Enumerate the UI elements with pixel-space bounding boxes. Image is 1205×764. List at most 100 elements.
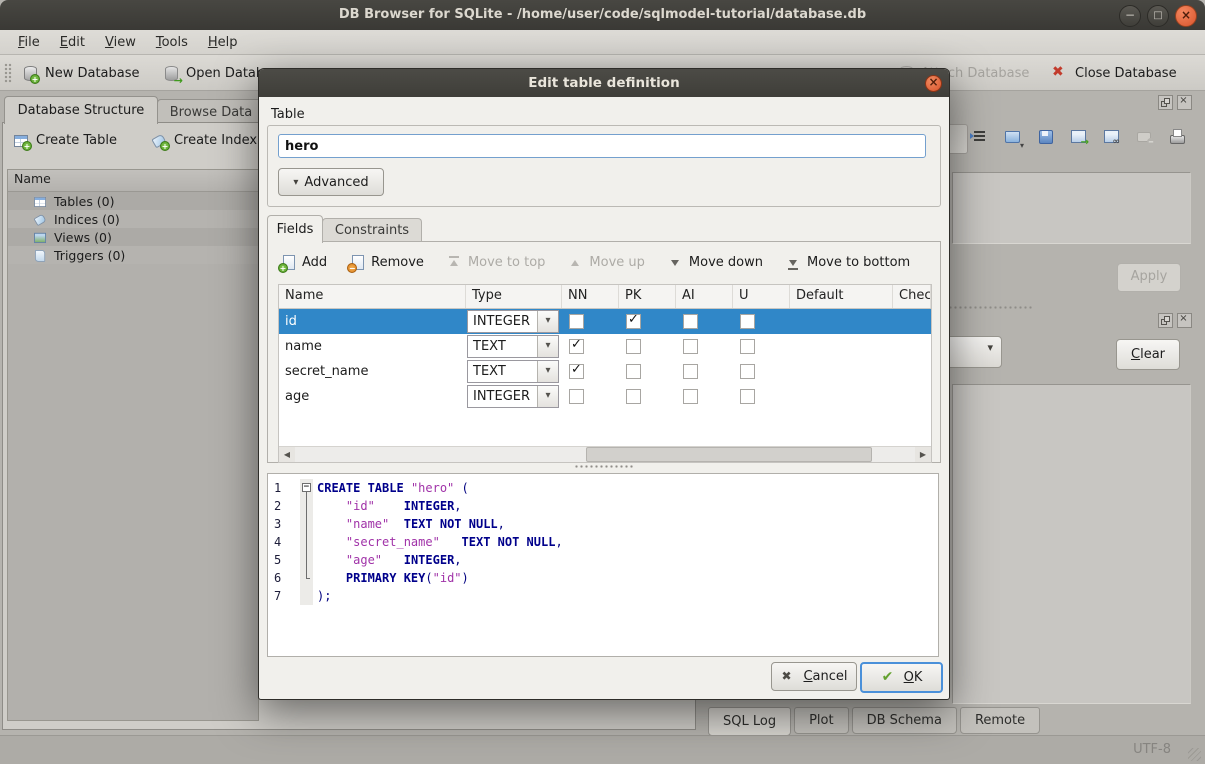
scroll-left-icon[interactable] xyxy=(279,447,295,462)
chevron-down-icon[interactable] xyxy=(537,311,558,332)
open-file-button[interactable] xyxy=(1004,128,1022,146)
new-database-button[interactable]: New Database xyxy=(22,61,140,85)
ai-checkbox[interactable] xyxy=(683,389,698,404)
column-header-ai[interactable]: AI xyxy=(676,285,733,308)
nn-checkbox[interactable] xyxy=(569,339,584,354)
pk-checkbox[interactable] xyxy=(626,314,641,329)
field-check-cell[interactable] xyxy=(893,334,931,359)
column-header-pk[interactable]: PK xyxy=(619,285,676,308)
close-dock-icon[interactable] xyxy=(1177,313,1192,328)
field-row-id[interactable]: idINTEGER xyxy=(279,309,931,334)
close-dialog-icon[interactable] xyxy=(925,75,942,92)
scroll-right-icon[interactable] xyxy=(915,447,931,462)
field-default-cell[interactable] xyxy=(790,334,893,359)
create-table-button[interactable]: Create Table xyxy=(13,132,117,149)
float-dock-icon[interactable] xyxy=(1158,313,1173,328)
field-type-combo[interactable]: TEXT xyxy=(467,360,559,383)
bottom-tab-sql-log[interactable]: SQL Log xyxy=(708,707,791,736)
ok-button[interactable]: OK xyxy=(860,662,943,693)
scrollbar-thumb[interactable] xyxy=(586,447,871,462)
field-check-cell[interactable] xyxy=(893,359,931,384)
ai-checkbox[interactable] xyxy=(683,364,698,379)
field-row-secret_name[interactable]: secret_nameTEXT xyxy=(279,359,931,384)
add-field-button[interactable]: Add xyxy=(280,254,327,271)
bottom-tab-plot[interactable]: Plot xyxy=(794,707,849,734)
tree-item-triggers[interactable]: Triggers (0) xyxy=(8,246,258,264)
cancel-button[interactable]: Cancel xyxy=(771,662,857,691)
resize-grip[interactable] xyxy=(1188,748,1201,761)
menu-item-tools[interactable]: Tools xyxy=(146,33,198,52)
remove-field-button[interactable]: Remove xyxy=(349,254,424,271)
u-checkbox[interactable] xyxy=(740,314,755,329)
menu-item-edit[interactable]: Edit xyxy=(50,33,95,52)
u-checkbox[interactable] xyxy=(740,364,755,379)
tab-constraints[interactable]: Constraints xyxy=(322,218,422,243)
ai-checkbox[interactable] xyxy=(683,339,698,354)
export-button[interactable] xyxy=(1070,128,1088,146)
bottom-tab-remote[interactable]: Remote xyxy=(960,707,1040,734)
menu-item-view[interactable]: View xyxy=(95,33,146,52)
tree-item-tables[interactable]: Tables (0) xyxy=(8,192,258,210)
create-index-button[interactable]: Create Index xyxy=(151,132,257,149)
pk-checkbox[interactable] xyxy=(626,339,641,354)
scrollbar-track[interactable] xyxy=(295,447,915,462)
u-checkbox[interactable] xyxy=(740,339,755,354)
nn-checkbox[interactable] xyxy=(569,389,584,404)
tab-fields[interactable]: Fields xyxy=(267,215,323,243)
field-type-combo[interactable]: INTEGER xyxy=(467,310,559,333)
tree-item-indices[interactable]: Indices (0) xyxy=(8,210,258,228)
pk-checkbox[interactable] xyxy=(626,364,641,379)
fold-marker-icon[interactable] xyxy=(300,479,313,497)
minimize-icon[interactable] xyxy=(1119,5,1141,27)
link-button[interactable] xyxy=(1103,128,1121,146)
tab-browse-data[interactable]: Browse Data xyxy=(157,99,265,124)
chevron-down-icon[interactable] xyxy=(537,336,558,357)
field-check-cell[interactable] xyxy=(893,309,931,334)
close-database-button[interactable]: Close Database xyxy=(1052,61,1177,85)
menu-item-help[interactable]: Help xyxy=(198,33,248,52)
field-name-cell[interactable]: age xyxy=(279,384,466,409)
field-row-age[interactable]: ageINTEGER xyxy=(279,384,931,409)
float-dock-icon[interactable] xyxy=(1158,95,1173,110)
tree-header-name[interactable]: Name xyxy=(8,170,258,192)
close-window-icon[interactable] xyxy=(1175,5,1197,27)
field-type-combo[interactable]: TEXT xyxy=(467,335,559,358)
column-header-check[interactable]: Check xyxy=(893,285,931,308)
clear-button[interactable]: Clear xyxy=(1116,339,1180,370)
ai-checkbox[interactable] xyxy=(683,314,698,329)
field-name-cell[interactable]: name xyxy=(279,334,466,359)
field-default-cell[interactable] xyxy=(790,384,893,409)
splitter-handle[interactable] xyxy=(574,465,634,468)
nn-checkbox[interactable] xyxy=(569,364,584,379)
column-header-type[interactable]: Type xyxy=(466,285,562,308)
sql-log-textarea[interactable] xyxy=(952,384,1191,704)
column-header-name[interactable]: Name xyxy=(279,285,466,308)
table-name-input[interactable] xyxy=(278,134,926,158)
move-down-button[interactable]: Move down xyxy=(667,254,763,271)
move-bottom-button[interactable]: Move to bottom xyxy=(785,254,910,271)
toolbar-grip[interactable] xyxy=(4,63,12,83)
advanced-button[interactable]: Advanced xyxy=(278,168,384,196)
pk-checkbox[interactable] xyxy=(626,389,641,404)
nn-checkbox[interactable] xyxy=(569,314,584,329)
tab-database-structure[interactable]: Database Structure xyxy=(4,96,158,124)
close-dock-icon[interactable] xyxy=(1177,95,1192,110)
field-default-cell[interactable] xyxy=(790,359,893,384)
column-header-default[interactable]: Default xyxy=(790,285,893,308)
field-check-cell[interactable] xyxy=(893,384,931,409)
print-button[interactable] xyxy=(1169,128,1187,146)
column-header-u[interactable]: U xyxy=(733,285,790,308)
field-name-cell[interactable]: secret_name xyxy=(279,359,466,384)
bottom-tab-db-schema[interactable]: DB Schema xyxy=(852,707,957,734)
field-name-cell[interactable]: id xyxy=(279,309,466,334)
cell-editor-textarea[interactable] xyxy=(952,172,1191,244)
chevron-down-icon[interactable] xyxy=(537,361,558,382)
field-default-cell[interactable] xyxy=(790,309,893,334)
format-button[interactable] xyxy=(971,128,989,146)
column-header-nn[interactable]: NN xyxy=(562,285,619,308)
tree-item-views[interactable]: Views (0) xyxy=(8,228,258,246)
horizontal-scrollbar[interactable] xyxy=(279,446,931,462)
u-checkbox[interactable] xyxy=(740,389,755,404)
field-row-name[interactable]: nameTEXT xyxy=(279,334,931,359)
save-file-button[interactable] xyxy=(1037,128,1055,146)
